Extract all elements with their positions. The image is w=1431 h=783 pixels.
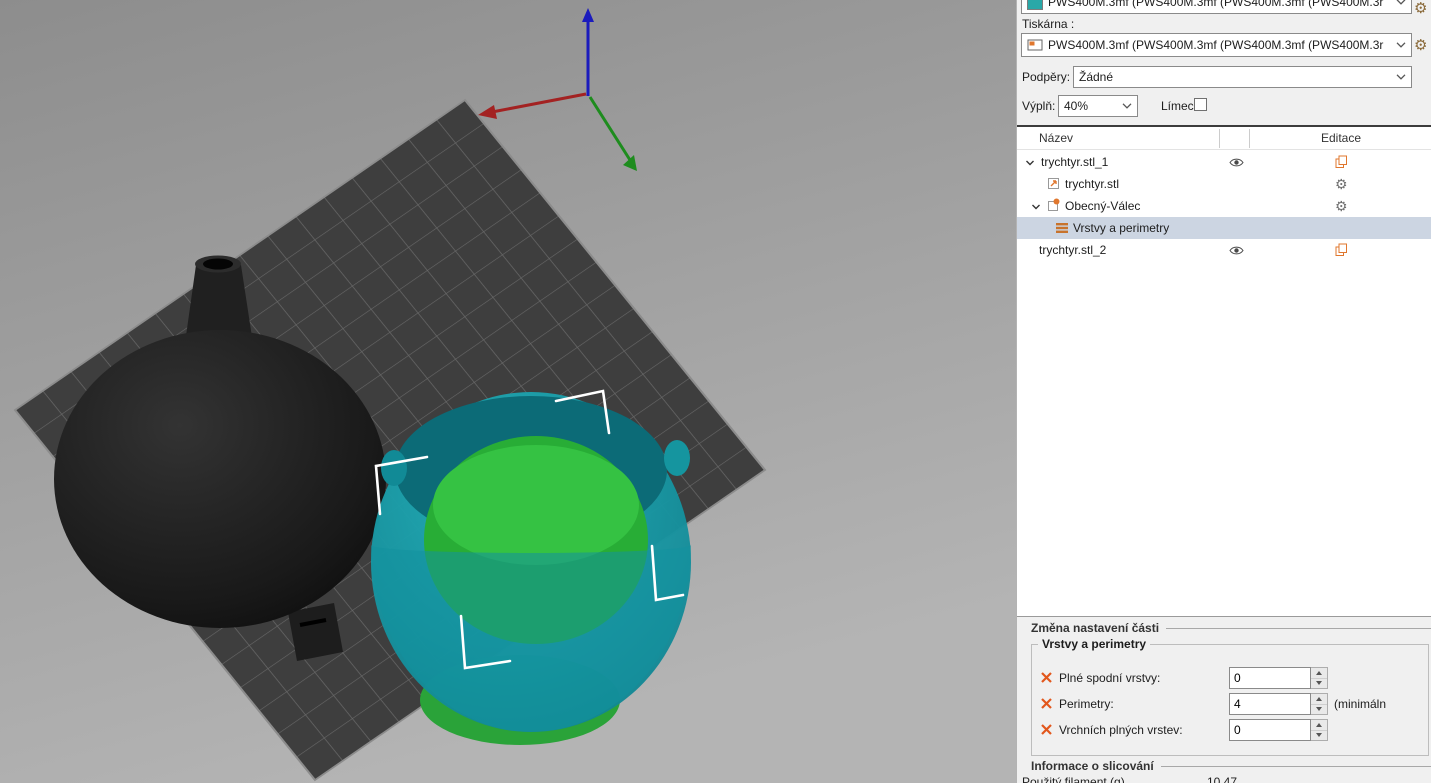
brim-label: Límec: — [1161, 99, 1198, 113]
groupbox-title: Vrstvy a perimetry — [1042, 637, 1147, 651]
spin-up-button[interactable] — [1311, 720, 1327, 731]
infill-dropdown[interactable]: 40% — [1058, 95, 1138, 117]
infill-label: Výplň: — [1022, 99, 1056, 113]
tree-row-modifier[interactable]: Obecný-Válec ⚙ — [1017, 195, 1431, 217]
scene-canvas[interactable] — [0, 0, 1016, 783]
perimeters-spinner[interactable] — [1229, 693, 1328, 715]
remove-setting-icon[interactable] — [1041, 724, 1052, 735]
chevron-down-icon — [1122, 103, 1132, 109]
supports-dropdown[interactable]: Žádné — [1073, 66, 1412, 88]
top-layers-spinner[interactable] — [1229, 719, 1328, 741]
printer-label: Tiskárna : — [1022, 17, 1075, 31]
supports-label: Podpěry: — [1022, 70, 1071, 84]
chevron-down-icon — [1396, 0, 1406, 5]
edit-copy-icon[interactable] — [1335, 243, 1348, 257]
remove-setting-icon[interactable] — [1041, 698, 1052, 709]
spin-down-button[interactable] — [1311, 704, 1327, 714]
setting-label: Plné spodní vrstvy: — [1059, 671, 1161, 685]
collapse-chevron-icon[interactable] — [1031, 203, 1041, 211]
tree-row-layer-settings[interactable]: Vrstvy a perimetry — [1017, 217, 1431, 239]
filament-combo[interactable]: PWS400M.3mf (PWS400M.3mf (PWS400M.3mf (P… — [1021, 0, 1412, 14]
tree-row-object-2[interactable]: trychtyr.stl_2 — [1017, 239, 1431, 261]
setting-row-perimeters: Perimetry: (minimáln — [1032, 693, 1428, 715]
spin-down-button[interactable] — [1311, 730, 1327, 740]
object-name: trychtyr.stl_1 — [1041, 155, 1109, 169]
printer-settings-gear-icon[interactable]: ⚙ — [1414, 38, 1427, 53]
supports-value: Žádné — [1079, 70, 1114, 84]
slicing-info-section: Informace o slicování — [1031, 759, 1431, 773]
layers-icon — [1056, 223, 1068, 233]
setting-suffix: (minimáln — [1334, 697, 1387, 711]
chevron-down-icon — [1396, 74, 1406, 80]
tree-name-header: Název — [1039, 131, 1074, 145]
modifier-icon — [1048, 198, 1060, 211]
eye-icon[interactable] — [1229, 157, 1244, 168]
spin-up-button[interactable] — [1311, 694, 1327, 705]
column-separator — [1249, 129, 1250, 148]
eye-icon[interactable] — [1229, 245, 1244, 256]
column-separator — [1219, 129, 1220, 148]
filament-color-swatch — [1027, 0, 1043, 10]
top-layers-input[interactable] — [1229, 719, 1311, 741]
printer-combo-value: PWS400M.3mf (PWS400M.3mf (PWS400M.3mf (P… — [1048, 38, 1384, 52]
tree-row-part[interactable]: trychtyr.stl ⚙ — [1017, 173, 1431, 195]
edit-copy-icon[interactable] — [1335, 155, 1348, 169]
layer-settings-name: Vrstvy a perimetry — [1073, 221, 1170, 235]
part-icon — [1048, 178, 1059, 189]
setting-label: Vrchních plných vrstev: — [1059, 723, 1183, 737]
part-settings-section: Změna nastavení části — [1031, 621, 1431, 635]
bottom-layers-spinner[interactable] — [1229, 667, 1328, 689]
object-tree: Název Editace trychtyr.stl_1 trychtyr.st… — [1017, 127, 1431, 617]
printer-icon — [1027, 39, 1043, 51]
tree-row-object-1[interactable]: trychtyr.stl_1 — [1017, 151, 1431, 173]
spin-down-button[interactable] — [1311, 678, 1327, 688]
filament-combo-value: PWS400M.3mf (PWS400M.3mf (PWS400M.3mf (P… — [1048, 0, 1384, 9]
settings-panel: PWS400M.3mf (PWS400M.3mf (PWS400M.3mf (P… — [1016, 0, 1431, 783]
chevron-down-icon — [1396, 42, 1406, 48]
printer-combo[interactable]: PWS400M.3mf (PWS400M.3mf (PWS400M.3mf (P… — [1021, 33, 1412, 57]
spin-up-button[interactable] — [1311, 668, 1327, 679]
layers-perimeters-groupbox: Vrstvy a perimetry Plné spodní vrstvy: 0… — [1031, 637, 1429, 756]
brim-checkbox[interactable] — [1194, 98, 1207, 111]
object-name: trychtyr.stl_2 — [1039, 243, 1107, 257]
bottom-layers-input[interactable] — [1229, 667, 1311, 689]
part-name: trychtyr.stl — [1065, 177, 1120, 191]
3d-viewport[interactable] — [0, 0, 1016, 783]
setting-row-top-layers: Vrchních plných vrstev: — [1032, 719, 1428, 741]
infill-value: 40% — [1064, 99, 1089, 113]
section-rule — [1166, 627, 1431, 629]
remove-setting-icon[interactable] — [1041, 672, 1052, 683]
perimeters-input[interactable] — [1229, 693, 1311, 715]
filament-used-value: 10.47 — [1207, 775, 1238, 783]
section-rule — [1160, 765, 1431, 767]
app-window: PWS400M.3mf (PWS400M.3mf (PWS400M.3mf (P… — [0, 0, 1431, 783]
tree-header: Název Editace — [1017, 127, 1431, 150]
part-settings-section-title: Změna nastavení části — [1031, 621, 1160, 635]
modifier-name: Obecný-Válec — [1065, 199, 1141, 213]
bowl-model[interactable] — [371, 392, 691, 732]
tree-edit-header: Editace — [1321, 131, 1362, 145]
setting-row-bottom-layers: Plné spodní vrstvy: — [1032, 667, 1428, 689]
filament-settings-gear-icon[interactable]: ⚙ — [1414, 1, 1427, 16]
filament-used-label: Použitý filament (g) — [1022, 775, 1125, 783]
setting-label: Perimetry: — [1059, 697, 1114, 711]
modifier-settings-gear-icon[interactable]: ⚙ — [1335, 199, 1348, 214]
part-settings-gear-icon[interactable]: ⚙ — [1335, 177, 1348, 192]
slicing-info-section-title: Informace o slicování — [1031, 759, 1154, 773]
collapse-chevron-icon[interactable] — [1025, 159, 1035, 167]
